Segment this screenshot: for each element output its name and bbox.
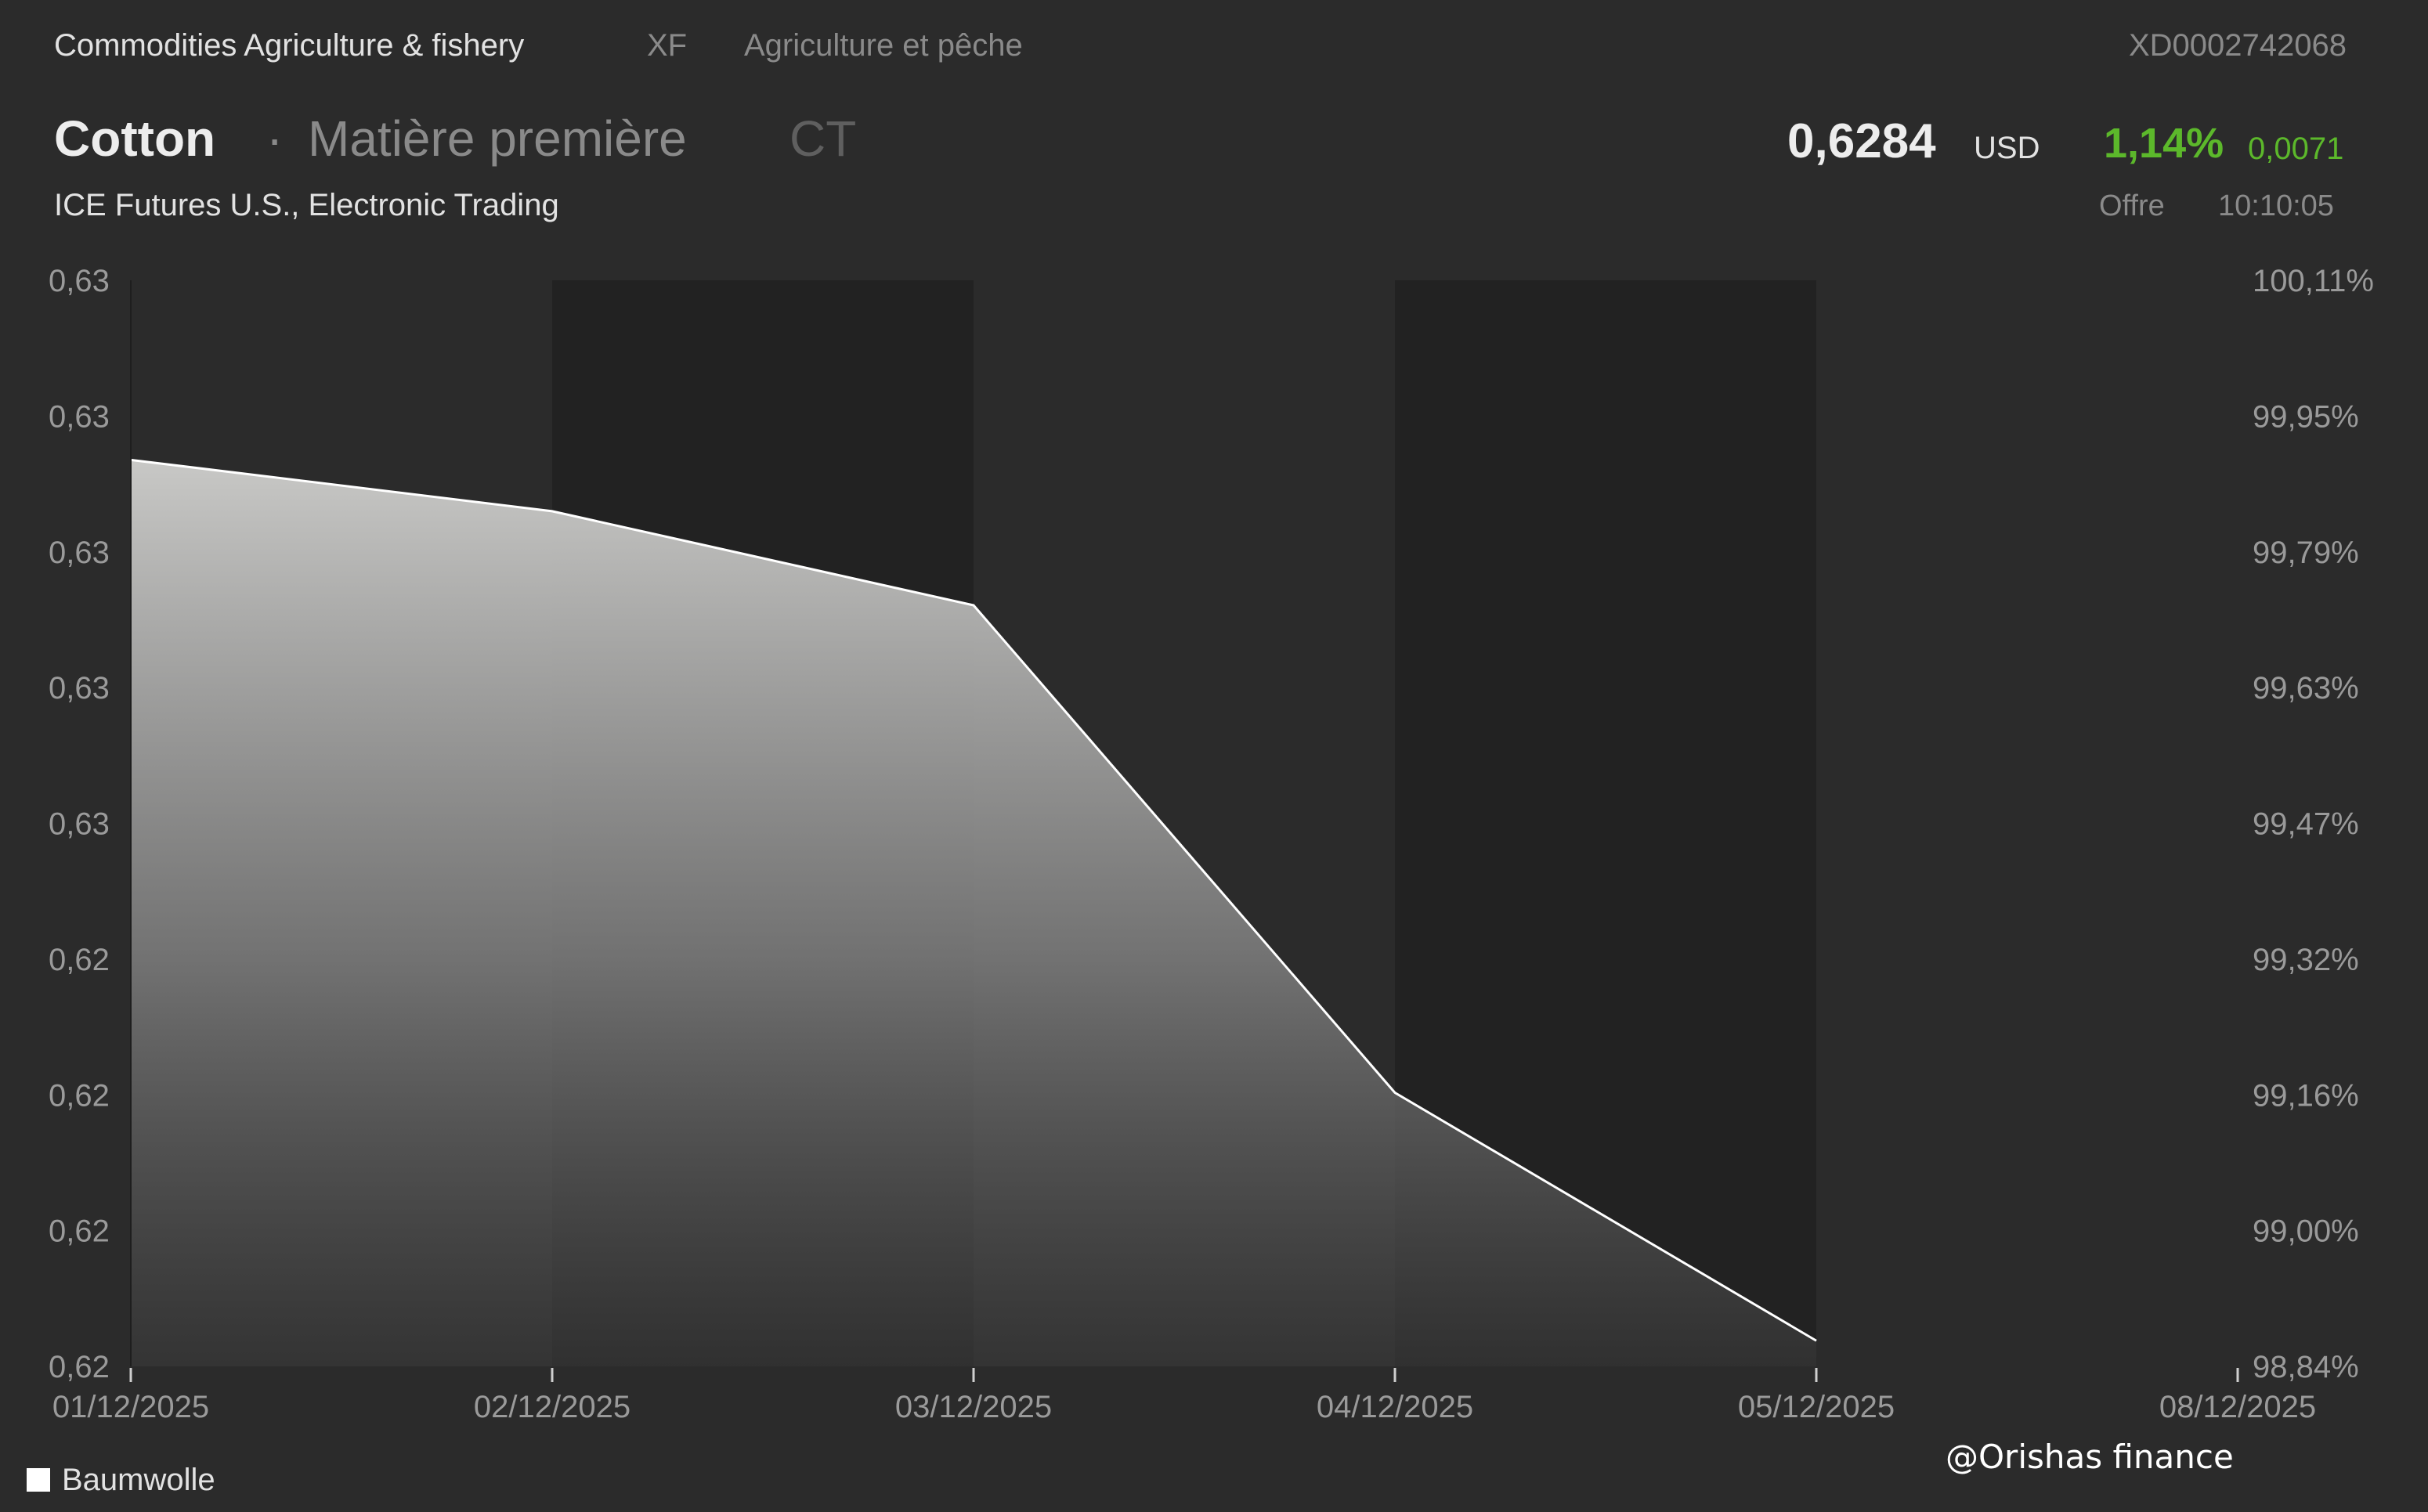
y-tick-label-left: 0,63 (49, 671, 110, 705)
y-tick-label-left: 0,62 (49, 1078, 110, 1113)
x-tick-label: 05/12/2025 (1738, 1390, 1895, 1424)
y-tick-label-left: 0,63 (49, 536, 110, 570)
y-tick-label-left: 0,62 (49, 943, 110, 977)
y-tick-label-right: 99,16% (2253, 1078, 2359, 1113)
x-tick-label: 04/12/2025 (1317, 1390, 1473, 1424)
legend-label: Baumwolle (62, 1463, 215, 1497)
y-tick-label-right: 99,95% (2253, 399, 2359, 434)
y-tick-label-right: 99,00% (2253, 1214, 2359, 1249)
y-tick-label-left: 0,62 (49, 1350, 110, 1384)
y-tick-label-left: 0,63 (49, 399, 110, 434)
x-tick-label: 02/12/2025 (474, 1390, 630, 1424)
watermark: @Orishas finance (1946, 1438, 2234, 1476)
x-tick-label: 01/12/2025 (52, 1390, 209, 1424)
y-tick-label-right: 99,63% (2253, 671, 2359, 705)
y-tick-label-left: 0,62 (49, 1214, 110, 1249)
y-tick-label-right: 99,47% (2253, 807, 2359, 842)
price-chart[interactable]: 0,63 0,63 0,63 0,63 0,63 0,62 0,62 0,62 0,62 100… (0, 0, 2428, 1512)
y-tick-label-right: 98,84% (2253, 1350, 2359, 1384)
y-tick-label-right: 100,11% (2253, 264, 2374, 298)
x-tick-label: 08/12/2025 (2159, 1390, 2316, 1424)
y-tick-label-left: 0,63 (49, 807, 110, 842)
legend-swatch (27, 1468, 50, 1492)
x-tick-label: 03/12/2025 (895, 1390, 1052, 1424)
y-tick-label-left: 0,63 (49, 264, 110, 298)
y-tick-label-right: 99,32% (2253, 943, 2359, 977)
y-tick-label-right: 99,79% (2253, 536, 2359, 570)
